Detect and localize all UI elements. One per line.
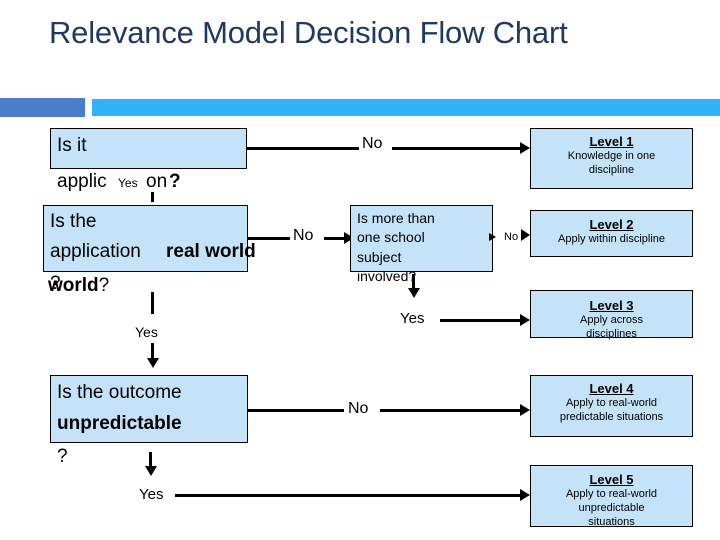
decision-text-is-it-application-mark: ?	[169, 171, 181, 192]
connector-realworld-no-left	[248, 237, 290, 240]
decision-text-is-real-world-overflow-mark: ?	[98, 275, 110, 296]
connector-unpredictable-no-left	[248, 409, 344, 412]
arrowhead-subject-no-left	[489, 233, 496, 241]
subject-line-1: Is more than	[357, 210, 435, 226]
edge-label-realworld-no: No	[293, 227, 314, 244]
decision-text-is-real-world-overflow-bold: world	[48, 275, 99, 296]
level-text-level-1: Level 1 Knowledge in one discipline	[530, 134, 693, 178]
decision-text-outcome-unpredictable-line2: unpredictable	[57, 413, 182, 434]
arrowhead-unpredictable-no	[520, 404, 530, 416]
connector-unpredictable-no-right	[380, 409, 522, 412]
accent-bar-square	[0, 98, 85, 117]
decision-text-is-real-world-line2-b: real world	[166, 241, 256, 262]
level-desc-level-5-overflow: situations	[588, 515, 635, 528]
connector-realworld-yes-upper	[151, 292, 154, 314]
edge-label-application-yes: Yes	[118, 176, 138, 190]
decision-text-is-it-application-line1: Is it	[57, 135, 87, 156]
accent-bar-line	[92, 99, 720, 116]
arrowhead-subject-yes-right	[520, 314, 530, 326]
subject-line-4: involved?	[357, 267, 417, 284]
connector-application-yes-stub	[151, 192, 154, 202]
decision-text-more-than-one-subject: Is more than one school subject involved…	[357, 209, 497, 286]
edge-label-subject-yes: Yes	[400, 310, 425, 327]
arrowhead-unpredictable-yes-right	[520, 489, 530, 501]
decision-text-is-real-world-overflow: world?	[48, 274, 109, 297]
level-text-level-3: Level 3 Apply across disciplines	[530, 298, 693, 342]
level-title-level-3: Level 3	[589, 298, 634, 313]
decision-text-outcome-unpredictable-line1: Is the outcome	[57, 382, 182, 403]
level-desc-level-4-line1: Apply to real-world	[565, 397, 658, 410]
level-desc-level-3-line1: Apply across	[580, 314, 643, 327]
edge-label-application-no: No	[362, 135, 383, 152]
connector-unpredictable-yes-right	[175, 494, 522, 497]
decision-text-is-it-application-line2-b: on	[146, 171, 168, 192]
level-title-level-1: Level 1	[589, 134, 634, 149]
arrowhead-unpredictable-yes-down	[145, 466, 157, 476]
connector-realworld-no-right	[324, 237, 346, 240]
level-title-level-4: Level 4	[589, 381, 634, 396]
level-desc-level-5-line1: Apply to real-world	[565, 488, 658, 501]
level-desc-level-3-overflow: disciplines	[586, 328, 637, 340]
level-desc-level-4-line2: predictable situations	[559, 411, 664, 423]
edge-label-realworld-yes: Yes	[135, 324, 158, 340]
arrowhead-subject-no-right	[521, 229, 530, 241]
decision-text-is-real-world-line1: Is the	[50, 211, 97, 232]
level-text-level-2: Level 2 Apply within discipline	[530, 217, 693, 247]
subject-line-3: subject	[357, 248, 402, 265]
level-text-level-4: Level 4 Apply to real-world predictable …	[530, 381, 693, 425]
edge-label-unpredictable-yes: Yes	[139, 486, 164, 503]
level-text-level-5: Level 5 Apply to real-world unpredictabl…	[530, 472, 693, 530]
arrowhead-subject-yes-down	[408, 288, 420, 298]
page-title: Relevance Model Decision Flow Chart	[49, 15, 568, 50]
edge-label-unpredictable-no: No	[348, 400, 369, 417]
level-desc-level-2-line1: Apply within discipline	[558, 233, 665, 246]
connector-application-no-left	[247, 147, 359, 150]
decision-text-is-it-application-line2-a: applic	[57, 171, 107, 192]
connector-application-no-right	[392, 147, 522, 150]
level-desc-level-5-line2: unpredictable	[578, 502, 645, 514]
subject-line-2: one school	[357, 229, 425, 246]
arrowhead-application-no	[520, 142, 530, 154]
arrowhead-realworld-yes	[147, 358, 159, 368]
level-title-level-5: Level 5	[589, 472, 634, 487]
level-title-level-2: Level 2	[589, 217, 634, 232]
level-desc-level-1-line1: Knowledge in one	[567, 150, 656, 163]
connector-subject-yes-right	[440, 319, 522, 322]
decision-text-outcome-unpredictable-overflow: ?	[57, 446, 68, 467]
edge-label-subject-no: No	[504, 231, 519, 243]
decision-text-is-real-world-line2-a: application	[50, 241, 147, 262]
level-desc-level-1-line2: discipline	[588, 164, 635, 176]
